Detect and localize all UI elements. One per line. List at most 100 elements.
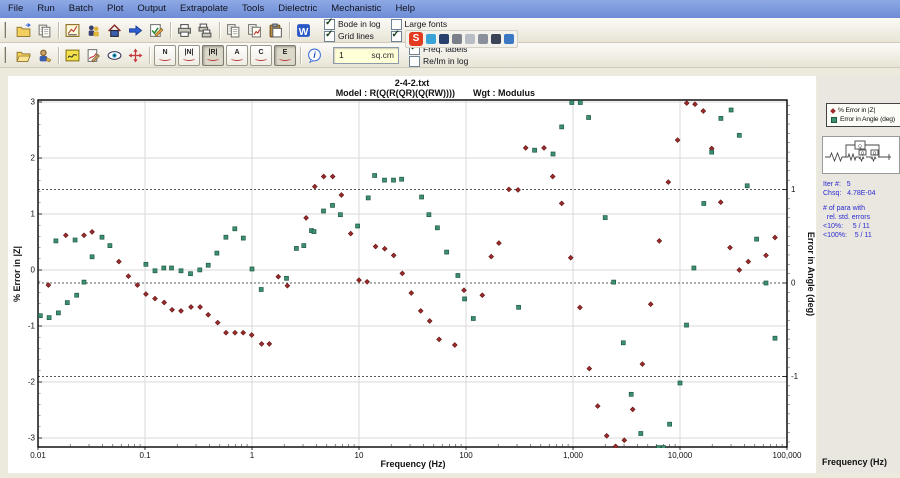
star-icon[interactable] (452, 34, 462, 44)
toolbar-separator (58, 21, 59, 39)
data-point-angle-error (56, 310, 61, 316)
copy-button[interactable] (223, 20, 244, 40)
open-folder-button[interactable] (13, 45, 34, 65)
data-point-angle-error (532, 147, 537, 153)
menu-dielectric[interactable]: Dielectric (271, 0, 324, 18)
moon-icon[interactable] (439, 34, 449, 44)
data-point-angle-error (516, 304, 521, 310)
y-right-tick-label: -1 (791, 372, 799, 381)
checkbox-re-im-in-log[interactable]: Re/Im in log (409, 55, 468, 67)
chart-button[interactable] (62, 20, 83, 40)
data-point-angle-error (205, 262, 211, 268)
fit-icon (150, 23, 164, 37)
floating-launcher-strip: S (405, 30, 518, 48)
home-button[interactable] (104, 20, 125, 40)
data-point-angle-error (462, 296, 467, 302)
checkbox-label: Bode in log (338, 19, 381, 29)
plot-type-button-N[interactable]: N (154, 44, 176, 66)
toolbar-separator (289, 21, 290, 39)
data-point-angle-error (772, 335, 778, 341)
data-point-angle-error (372, 173, 377, 178)
menu-mechanistic[interactable]: Mechanistic (324, 0, 388, 18)
checkbox-box[interactable] (409, 55, 420, 67)
paste-button[interactable] (265, 20, 286, 40)
checkbox-grid-lines[interactable]: Grid lines (324, 29, 381, 42)
paste-icon (269, 23, 282, 37)
toolbar-grip[interactable] (4, 47, 9, 63)
circuit-diagram: QQ Q (825, 140, 891, 163)
print-all-icon (198, 23, 212, 37)
data-point-angle-error (391, 177, 396, 183)
checkbox-large-fonts[interactable]: Large fonts (390, 18, 457, 30)
residuals-plot: 0.01 0.1 1 10 100 1,000 10,000 100,000 3 2 1 0 -1 -2-… (8, 76, 816, 473)
sign-icon (87, 48, 100, 62)
data-point-angle-error (355, 223, 360, 229)
print-button[interactable] (174, 20, 195, 40)
plot-type-button-A[interactable]: A (226, 44, 248, 66)
plot-button-curve-icon (231, 56, 243, 61)
menu-output[interactable]: Output (130, 0, 173, 18)
mic-icon[interactable] (478, 34, 488, 44)
checkbox-box[interactable] (390, 29, 402, 42)
plot-type-button-C[interactable]: C (250, 44, 272, 66)
menu-plot[interactable]: Plot (100, 0, 130, 18)
data-point-angle-error (399, 176, 404, 182)
skype-icon[interactable]: S (409, 32, 423, 46)
stats-line: Iter #: 5 (823, 181, 851, 188)
data-point-angle-error (294, 246, 299, 251)
menu-help[interactable]: Help (388, 0, 422, 18)
x-tick-label: 100,000 (773, 451, 802, 460)
y-right-tick-label: 1 (791, 185, 796, 194)
data-point-angle-error (152, 268, 158, 274)
card-icon[interactable] (465, 34, 475, 44)
next-arrow-button[interactable] (125, 20, 146, 40)
print-all-button[interactable] (195, 20, 216, 40)
move-button[interactable] (125, 45, 146, 65)
y-left-tick-label: -1 (28, 322, 36, 331)
data-point-angle-error (249, 266, 255, 272)
menu-file[interactable]: File (1, 0, 30, 18)
menu-run[interactable]: Run (30, 0, 61, 18)
chart-title: 2-4-2.txt (395, 78, 430, 88)
electrode-area-field[interactable]: 1 sq.cm (333, 46, 399, 64)
shirt-icon[interactable] (491, 34, 501, 44)
plot-button-curve-icon (279, 56, 291, 61)
checkbox-label: Re/Im in log (423, 56, 469, 66)
checkbox-box[interactable] (324, 29, 335, 42)
plot-type-button-absNabs[interactable]: |N| (178, 44, 200, 66)
wrench-icon[interactable] (504, 34, 514, 44)
batch-icon (88, 24, 99, 36)
open-file-button[interactable] (13, 20, 34, 40)
y-right-tick-label: 0 (791, 279, 796, 288)
data-button[interactable] (62, 45, 83, 65)
fit-button[interactable] (146, 20, 167, 40)
toolbar-grip[interactable] (4, 22, 9, 38)
plot-type-button-E[interactable]: E (274, 44, 296, 66)
y-left-tick-label: 1 (31, 210, 36, 219)
menu-batch[interactable]: Batch (62, 0, 100, 18)
data-point-angle-error (53, 238, 59, 244)
phone-icon[interactable] (426, 34, 436, 44)
plot-type-button-absRabs[interactable]: |R| (202, 44, 224, 66)
word-button[interactable]: W (293, 20, 314, 40)
menu-extrapolate[interactable]: Extrapolate (173, 0, 235, 18)
batch-button[interactable] (83, 20, 104, 40)
sign-button[interactable] (83, 45, 104, 65)
data-point-angle-error (667, 421, 672, 427)
menu-tools[interactable]: Tools (235, 0, 271, 18)
data-point-angle-error (214, 250, 220, 256)
info-button[interactable]: i (304, 45, 325, 65)
plot-button-label: A (234, 49, 240, 56)
legend-label: Error in Angle (deg) (840, 116, 895, 123)
area-value[interactable]: 1 (334, 50, 371, 60)
user-button[interactable] (34, 45, 55, 65)
data-icon (65, 49, 80, 61)
data-point-angle-error (638, 431, 644, 436)
copy-graph-button[interactable] (244, 20, 265, 40)
view-button[interactable] (104, 45, 125, 65)
data-point-angle-error (223, 234, 229, 240)
save-file-button[interactable] (34, 20, 55, 40)
data-point-angle-error (620, 340, 626, 346)
legend-square-marker-icon (831, 116, 837, 123)
print-icon (178, 23, 191, 37)
